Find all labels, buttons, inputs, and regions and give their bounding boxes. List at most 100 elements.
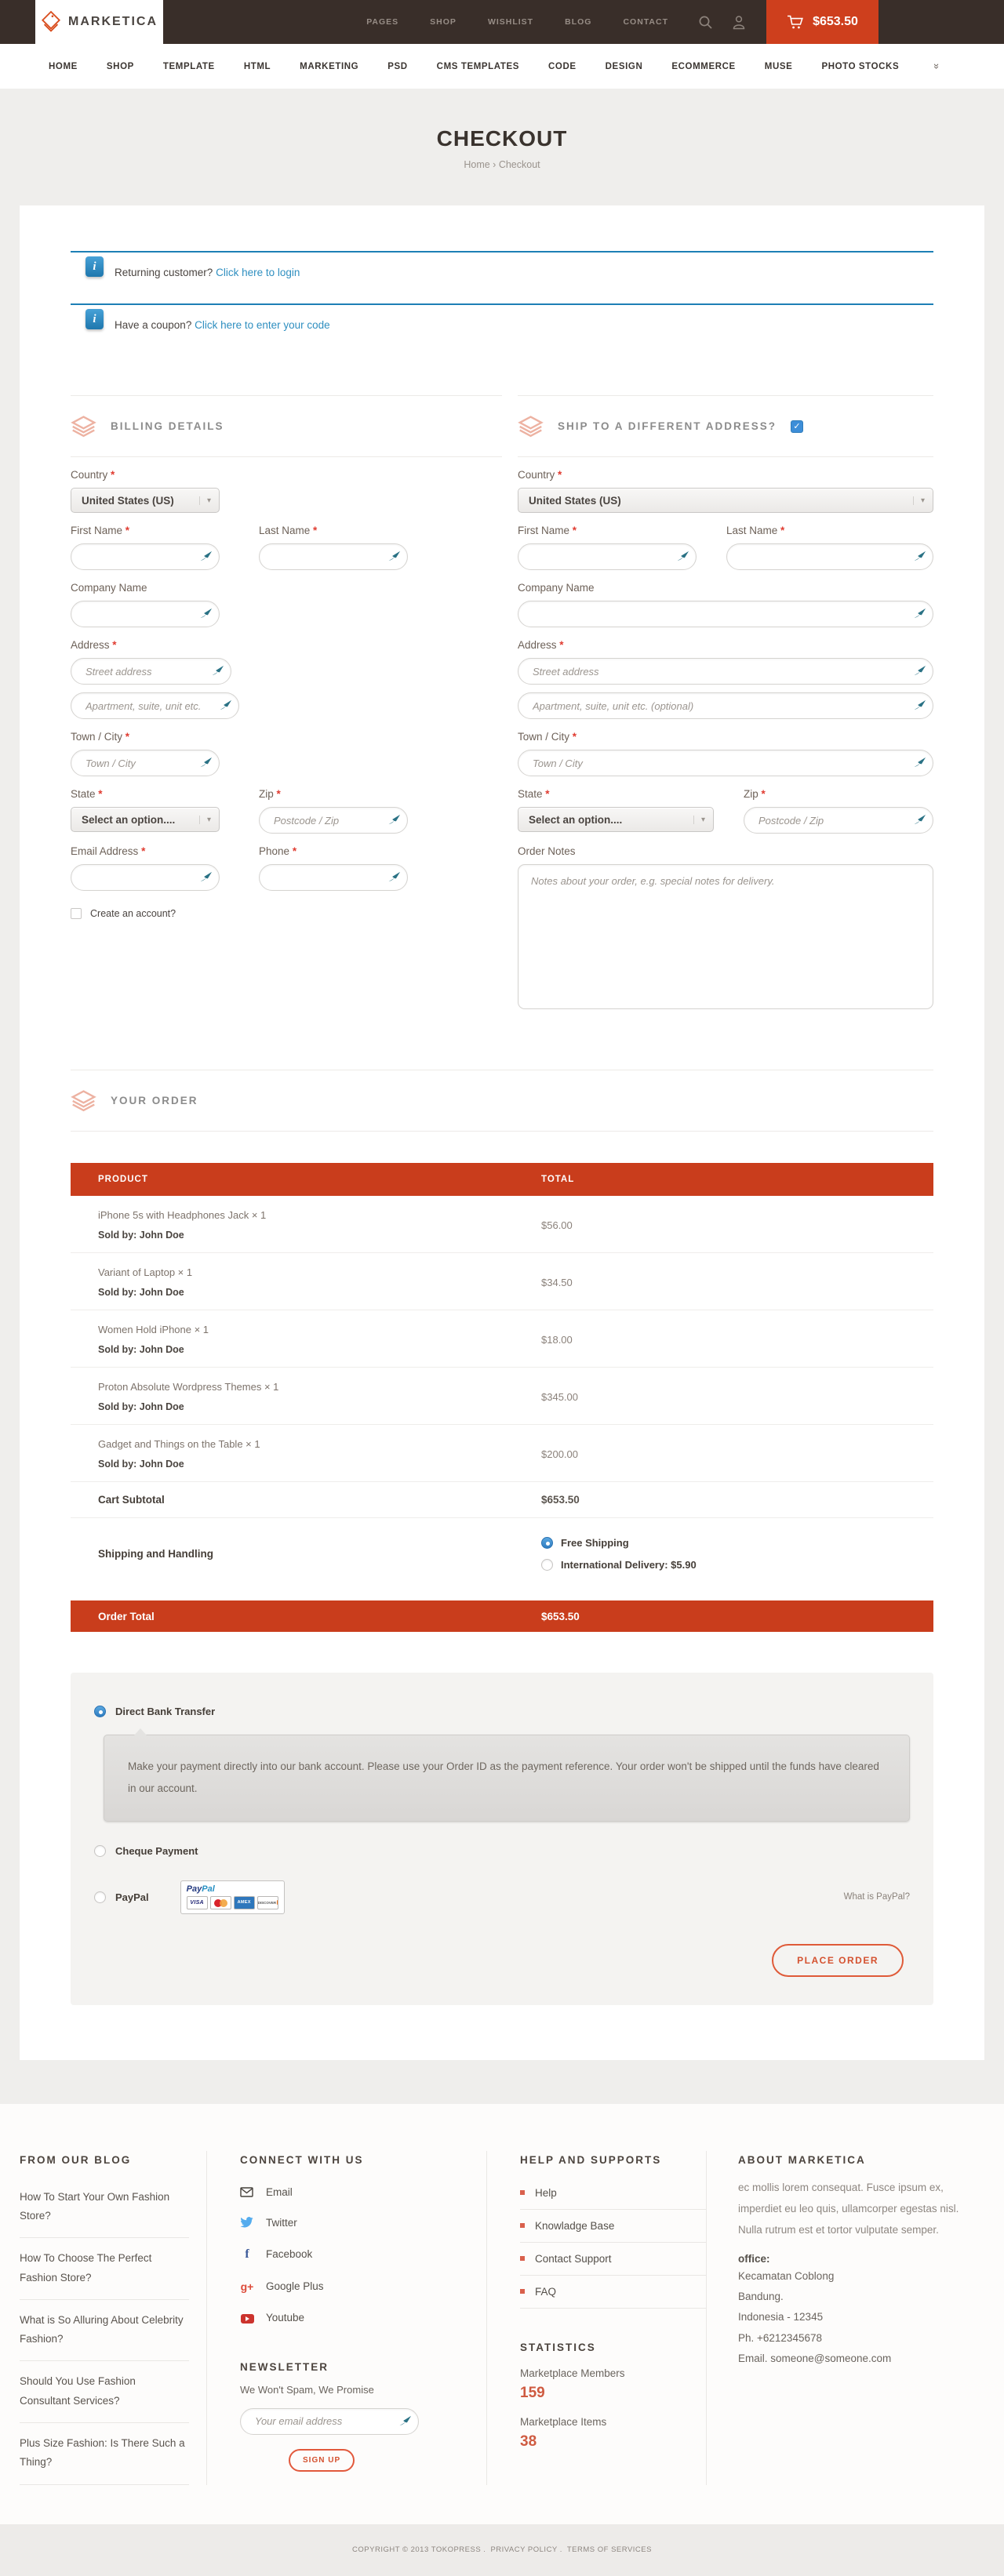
- radio-selected-icon[interactable]: [541, 1537, 553, 1549]
- social-twitter[interactable]: Twitter: [240, 2207, 486, 2238]
- brand-name: MARKETICA: [68, 15, 158, 29]
- menu-item-code[interactable]: CODE: [548, 62, 577, 71]
- menu-item-marketing[interactable]: MARKETING: [300, 62, 358, 71]
- blog-link[interactable]: How To Start Your Own Fashion Store?: [20, 2177, 189, 2239]
- place-order-button[interactable]: PLACE ORDER: [772, 1944, 904, 1977]
- notice-prefix: Returning customer?: [115, 267, 213, 278]
- payment-cheque-row[interactable]: Cheque Payment: [94, 1845, 910, 1857]
- required-mark: *: [293, 845, 296, 857]
- blog-link[interactable]: Should You Use Fashion Consultant Servic…: [20, 2361, 189, 2423]
- shipping-street-input[interactable]: [518, 658, 933, 685]
- shipping-first-name-input[interactable]: [518, 543, 697, 570]
- billing-company-input[interactable]: [71, 601, 220, 627]
- social-google-plus[interactable]: g+ Google Plus: [240, 2271, 486, 2302]
- ship-different-checkbox[interactable]: ✓: [791, 420, 803, 433]
- newsletter-signup-button[interactable]: SIGN UP: [289, 2449, 355, 2472]
- create-account-checkbox[interactable]: [71, 908, 82, 919]
- shipping-option-international[interactable]: International Delivery: $5.90: [541, 1559, 933, 1571]
- stat-label: Marketplace Members: [520, 2367, 706, 2379]
- blog-link[interactable]: How To Choose The Perfect Fashion Store?: [20, 2238, 189, 2300]
- terms-link[interactable]: TERMS OF SERVICES: [567, 2545, 652, 2554]
- shipping-state-select[interactable]: Select an option.... ▾: [518, 807, 714, 832]
- order-table: PRODUCT TOTAL iPhone 5s with Headphones …: [71, 1163, 933, 1632]
- chevron-double-down-icon[interactable]: »: [931, 64, 943, 69]
- order-row-product: iPhone 5s with Headphones Jack × 1 Sold …: [71, 1209, 541, 1241]
- shipping-country-select[interactable]: United States (US) ▾: [518, 488, 933, 513]
- radio-unselected-icon[interactable]: [541, 1559, 553, 1571]
- shipping-last-name-input[interactable]: [726, 543, 933, 570]
- billing-country-select[interactable]: United States (US) ▾: [71, 488, 220, 513]
- header-nav-contact[interactable]: CONTACT: [623, 17, 668, 27]
- menu-item-muse[interactable]: MUSE: [765, 62, 793, 71]
- blog-link[interactable]: What is So Alluring About Celebrity Fash…: [20, 2300, 189, 2362]
- billing-town-input[interactable]: [71, 750, 220, 776]
- billing-apartment-input[interactable]: [71, 692, 239, 719]
- cart-button[interactable]: $653.50: [766, 0, 878, 44]
- radio-unselected-icon[interactable]: [94, 1891, 106, 1903]
- newsletter-email-input[interactable]: [240, 2408, 419, 2435]
- shipping-option-free[interactable]: Free Shipping: [541, 1537, 933, 1549]
- order-notes-label: Order Notes: [518, 845, 933, 857]
- search-icon[interactable]: [698, 15, 713, 30]
- brand-logo[interactable]: MARKETICA: [35, 0, 163, 44]
- billing-state-select[interactable]: Select an option.... ▾: [71, 807, 220, 832]
- shipping-company-input[interactable]: [518, 601, 933, 627]
- menu-item-psd[interactable]: PSD: [387, 62, 407, 71]
- radio-unselected-icon[interactable]: [94, 1845, 106, 1857]
- product-total: $345.00: [541, 1391, 933, 1403]
- billing-email-label: Email Address *: [71, 845, 220, 857]
- menu-item-photo-stocks[interactable]: PHOTO STOCKS: [821, 62, 899, 71]
- menu-item-home[interactable]: HOME: [49, 62, 78, 71]
- privacy-policy-link[interactable]: PRIVACY POLICY .: [490, 2545, 562, 2554]
- help-link[interactable]: Knowladge Base: [520, 2210, 706, 2243]
- menu-item-template[interactable]: TEMPLATE: [163, 62, 215, 71]
- shipping-zip-input[interactable]: [744, 807, 933, 834]
- breadcrumb-home[interactable]: Home: [464, 159, 489, 170]
- header-nav-shop[interactable]: SHOP: [430, 17, 457, 27]
- help-link-label: Contact Support: [535, 2253, 612, 2265]
- social-youtube[interactable]: Youtube: [240, 2302, 486, 2333]
- shipping-label: Shipping and Handling: [71, 1548, 541, 1560]
- payment-paypal-row[interactable]: PayPal PayPal VISA AMEX DISCOVER What is…: [94, 1880, 910, 1914]
- billing-company-label: Company Name: [71, 582, 220, 594]
- payment-methods: Direct Bank Transfer Make your payment d…: [71, 1673, 933, 2005]
- social-email[interactable]: Email: [240, 2177, 486, 2207]
- order-notes-textarea[interactable]: [518, 864, 933, 1009]
- help-link[interactable]: FAQ: [520, 2276, 706, 2309]
- blog-link[interactable]: Plus Size Fashion: Is There Such a Thing…: [20, 2423, 189, 2485]
- menu-item-cms-templates[interactable]: CMS TEMPLATES: [437, 62, 519, 71]
- billing-town-field: Town / City *: [71, 731, 220, 776]
- billing-phone-input[interactable]: [259, 864, 408, 891]
- label-text: Last Name: [726, 525, 777, 536]
- user-icon[interactable]: [732, 15, 746, 30]
- menu-item-design[interactable]: DESIGN: [606, 62, 643, 71]
- what-is-paypal-link[interactable]: What is PayPal?: [844, 1892, 910, 1902]
- header-nav-pages[interactable]: PAGES: [366, 17, 398, 27]
- shipping-state-field: State * Select an option.... ▾: [518, 788, 714, 834]
- help-link[interactable]: Help: [520, 2177, 706, 2210]
- square-bullet-icon: [520, 2190, 525, 2195]
- menu-item-shop[interactable]: SHOP: [107, 62, 134, 71]
- coupon-link[interactable]: Click here to enter your code: [195, 319, 330, 331]
- shipping-apartment-input[interactable]: [518, 692, 933, 719]
- payment-bank-row[interactable]: Direct Bank Transfer: [94, 1706, 910, 1717]
- menu-item-ecommerce[interactable]: ECOMMERCE: [671, 62, 735, 71]
- top-header: MARKETICA PAGES SHOP WISHLIST BLOG CONTA…: [0, 0, 1004, 44]
- billing-zip-input[interactable]: [259, 807, 408, 834]
- office-label: office:: [738, 2253, 969, 2265]
- address-line: Indonesia - 12345: [738, 2307, 969, 2327]
- billing-first-name-input[interactable]: [71, 543, 220, 570]
- billing-last-name-input[interactable]: [259, 543, 408, 570]
- header-nav-wishlist[interactable]: WISHLIST: [488, 17, 533, 27]
- radio-selected-icon[interactable]: [94, 1706, 106, 1717]
- stat-label: Marketplace Items: [520, 2416, 706, 2428]
- billing-email-input[interactable]: [71, 864, 220, 891]
- help-link[interactable]: Contact Support: [520, 2243, 706, 2276]
- login-link[interactable]: Click here to login: [216, 267, 300, 278]
- social-facebook[interactable]: f Facebook: [240, 2238, 486, 2271]
- breadcrumb-separator: ›: [493, 159, 496, 170]
- shipping-town-input[interactable]: [518, 750, 933, 776]
- menu-item-html[interactable]: HTML: [244, 62, 271, 71]
- billing-street-input[interactable]: [71, 658, 231, 685]
- header-nav-blog[interactable]: BLOG: [565, 17, 591, 27]
